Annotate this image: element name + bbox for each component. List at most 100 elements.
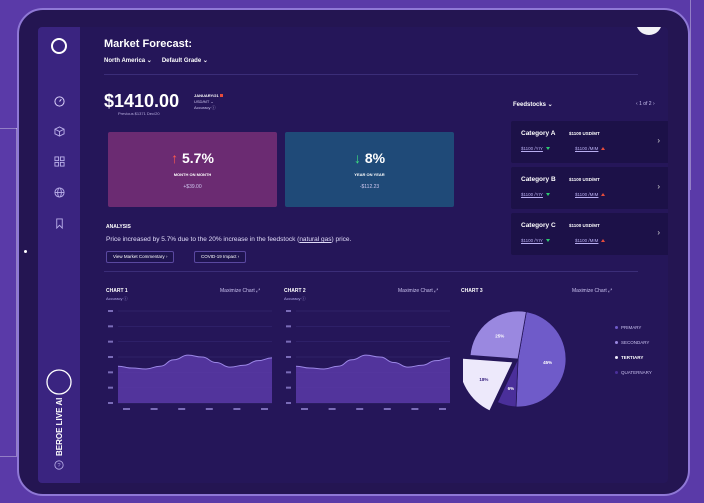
- cube-icon[interactable]: [51, 123, 67, 139]
- legend-primary: PRIMARY: [615, 325, 641, 330]
- chart2-title: CHART 2: [284, 288, 306, 294]
- feedstock-yoy: $1100 /YIY: [521, 238, 550, 243]
- feedstock-price: $1100 USD/MT: [569, 177, 600, 182]
- pie-label: 6%: [508, 386, 515, 391]
- y-tick: [286, 386, 291, 389]
- brand-logo: BEROE LIVE AI: [46, 349, 72, 459]
- legend-secondary: SECONDARY: [615, 340, 649, 345]
- trend-up-icon: [601, 193, 606, 196]
- pie-label: 18%: [479, 377, 488, 382]
- main-content: Market Forecast: North America ⌄ Default…: [80, 27, 668, 483]
- feedstock-price: $1100 USD/MT: [569, 223, 600, 228]
- x-tick: [356, 408, 364, 410]
- x-tick: [301, 408, 308, 410]
- price-meta: JANUARY/21 USD/MT ⌄ Accuracy ⓘ: [194, 93, 223, 111]
- expand-icon: ⤢: [608, 288, 613, 294]
- trend-down-icon: [545, 239, 550, 242]
- feedstocks-dropdown[interactable]: Feedstocks ⌄: [513, 101, 553, 108]
- chevron-right-icon: ›: [657, 228, 660, 237]
- region-dropdown[interactable]: North America ⌄: [104, 57, 152, 64]
- feedstock-yoy: $1100 /YIY: [521, 146, 550, 151]
- trend-up-icon: [601, 239, 606, 242]
- price-unit[interactable]: USD/MT: [194, 99, 209, 104]
- gauge-icon[interactable]: [51, 93, 67, 109]
- x-tick: [150, 408, 158, 410]
- grid-icon[interactable]: [51, 153, 67, 169]
- kpi-amount: -$112.23: [359, 184, 380, 190]
- y-tick: [108, 310, 113, 312]
- x-tick: [439, 408, 446, 410]
- legend-quaternary: QUATERNARY: [615, 370, 652, 375]
- chart2-maximize-button[interactable]: Maximize Chart ⤢: [398, 288, 438, 294]
- price-date: JANUARY/21: [194, 93, 219, 98]
- feedstock-name: Category A: [521, 130, 556, 137]
- y-tick: [108, 371, 113, 374]
- brand-text: BEROE LIVE AI: [55, 398, 64, 456]
- chart3-title: CHART 3: [461, 288, 483, 294]
- profile-button[interactable]: [636, 27, 662, 35]
- chart1-maximize-button[interactable]: Maximize Chart ⤢: [220, 288, 260, 294]
- y-tick: [108, 325, 113, 328]
- accuracy-label: Accuracy: [194, 105, 211, 110]
- bookmark-icon[interactable]: [51, 215, 67, 231]
- feedstock-name: Category B: [521, 176, 556, 183]
- kpi-card-mom[interactable]: ↑ 5.7% MONTH ON MONTH +$39.00: [108, 132, 277, 207]
- trend-down-icon: [545, 193, 550, 196]
- sidebar: BEROE LIVE AI ?: [38, 27, 80, 483]
- x-tick: [123, 408, 130, 410]
- legend-swatch: [615, 371, 618, 374]
- divider: [104, 271, 638, 272]
- feedstocks-pager[interactable]: ‹ 1 of 2 ›: [636, 101, 655, 107]
- y-tick: [108, 356, 113, 358]
- x-tick: [205, 408, 213, 410]
- chart3-maximize-button[interactable]: Maximize Chart ⤢: [572, 288, 612, 294]
- feedstock-mom: $1100 /MIM: [575, 238, 606, 243]
- analysis-heading: ANALYSIS: [106, 224, 131, 230]
- divider: [104, 74, 638, 75]
- x-tick: [233, 408, 241, 410]
- pie-label: 45%: [543, 360, 552, 365]
- app-screen: BEROE LIVE AI ? Market Forecast: North A…: [38, 27, 668, 483]
- y-tick: [286, 356, 291, 358]
- x-tick: [383, 408, 391, 410]
- feedstock-mom: $1100 /MIM: [575, 192, 606, 197]
- feedstock-mom: $1100 /MIM: [575, 146, 606, 151]
- view-commentary-button[interactable]: View Market Commentary ›: [106, 251, 175, 263]
- feedstock-name: Category C: [521, 222, 556, 229]
- info-icon[interactable]: ⓘ: [212, 105, 216, 110]
- chart1-subtitle: Accuracy ⓘ: [106, 296, 128, 301]
- kpi-label: MONTH ON MONTH: [173, 172, 212, 177]
- pie-label: 25%: [495, 334, 504, 339]
- feedstock-card[interactable]: Category A $1100 USD/MT $1100 /YIY $1100…: [511, 121, 668, 163]
- x-tick: [328, 408, 336, 410]
- y-tick: [286, 340, 291, 343]
- price-value: $1410.00: [104, 91, 180, 111]
- chart2-subtitle: Accuracy ⓘ: [284, 296, 306, 301]
- app-logo[interactable]: [51, 38, 67, 54]
- chart1-area: [108, 310, 273, 410]
- y-tick: [286, 402, 291, 404]
- feedstock-link[interactable]: natural gas: [299, 236, 331, 243]
- chevron-down-icon: ⌄: [202, 58, 208, 64]
- expand-icon: ⤢: [256, 288, 261, 294]
- covid-impact-button[interactable]: COVID-19 Impact ›: [194, 251, 247, 263]
- kpi-amount: +$39.00: [183, 184, 202, 190]
- svg-text:?: ?: [57, 463, 61, 469]
- y-tick: [286, 310, 291, 312]
- expand-icon: ⤢: [434, 288, 439, 294]
- arrow-down-icon: ↓: [353, 150, 361, 166]
- globe-icon[interactable]: [51, 184, 67, 200]
- help-icon[interactable]: ?: [51, 457, 67, 473]
- filter-bar: North America ⌄ Default Grade ⌄: [104, 57, 208, 64]
- feedstock-price: $1100 USD/MT: [569, 131, 600, 136]
- grade-dropdown[interactable]: Default Grade ⌄: [162, 57, 208, 64]
- previous-price: Previous $1371 Dec/20: [118, 111, 160, 116]
- feedstock-card[interactable]: Category C $1100 USD/MT $1100 /YIY $1100…: [511, 213, 668, 255]
- feedstock-yoy: $1100 /YIY: [521, 192, 550, 197]
- kpi-card-yoy[interactable]: ↓ 8% YEAR ON YEAR -$112.23: [285, 132, 454, 207]
- x-tick: [178, 408, 186, 410]
- legend-swatch: [615, 326, 618, 329]
- kpi-label: YEAR ON YEAR: [354, 172, 385, 177]
- feedstock-card[interactable]: Category B $1100 USD/MT $1100 /YIY $1100…: [511, 167, 668, 209]
- chart1-title: CHART 1: [106, 288, 128, 294]
